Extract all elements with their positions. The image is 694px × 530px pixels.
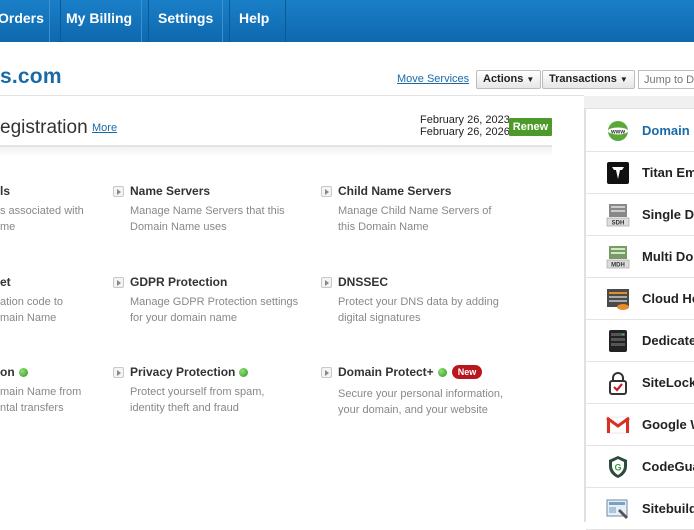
feature-child-name-servers-desc: Manage Child Name Servers of this Domain … <box>338 205 492 233</box>
status-on-icon <box>18 368 28 377</box>
nav-orders-label: Orders <box>0 10 44 26</box>
sidebar-item-label: Multi Dor <box>642 249 694 264</box>
feature-domain-protect-title[interactable]: Domain Protect+ New <box>338 365 483 379</box>
sidebar-item-domain-names[interactable]: www Domain N <box>586 110 694 152</box>
arrow-right-icon <box>113 367 124 378</box>
sitelock-icon <box>609 372 627 395</box>
registration-title: egistration <box>0 117 88 138</box>
renew-button[interactable]: Renew <box>509 118 552 136</box>
registration-more-link[interactable]: More <box>92 122 117 134</box>
caret-down-icon: ▼ <box>619 75 628 84</box>
sidebar-item-label: Domain N <box>642 123 694 138</box>
sidebar-item-label: Titan Em <box>642 165 694 180</box>
feature-contacts-desc: s associated with me <box>0 205 84 233</box>
feature-theft-protection-title[interactable]: on <box>0 365 28 379</box>
actions-dropdown[interactable]: Actions ▼ <box>476 70 542 89</box>
caret-down-icon: ▼ <box>526 75 535 84</box>
feature-dnssec-desc: Protect your DNS data by adding digital s… <box>338 296 499 324</box>
arrow-right-icon <box>321 367 332 378</box>
feature-dnssec-title[interactable]: DNSSEC <box>338 275 388 289</box>
feature-gdpr-desc: Manage GDPR Protection settings for your … <box>130 296 299 324</box>
arrow-right-icon <box>113 186 124 197</box>
arrow-right-icon <box>321 277 332 288</box>
www-globe-icon: www <box>608 121 628 141</box>
nav-help[interactable]: Help <box>222 0 287 42</box>
feature-name-servers-title[interactable]: Name Servers <box>130 184 210 198</box>
sidebar-item-label: Google W <box>642 417 694 432</box>
registration-shadow <box>0 147 552 157</box>
feature-contacts-title[interactable]: ls <box>0 184 10 198</box>
nav-settings[interactable]: Settings <box>141 0 231 42</box>
feature-name-servers-desc: Manage Name Servers that this Domain Name… <box>130 205 285 233</box>
actions-label: Actions <box>483 73 524 85</box>
feature-privacy-protection-desc: Protect yourself from spam, identity thef… <box>130 386 265 414</box>
sidebar-item-label: Cloud Ho <box>642 291 694 306</box>
mdh-server-icon: MDH <box>606 246 630 269</box>
feature-child-name-servers-title[interactable]: Child Name Servers <box>338 184 451 198</box>
sidebar-item-codeguard[interactable]: G CodeGua <box>586 446 694 488</box>
cloud-hosting-icon <box>607 289 629 310</box>
sidebar-top-strip <box>584 96 694 109</box>
sidebar-item-sitebuilder[interactable]: Sitebuild <box>586 488 694 530</box>
gmail-icon <box>606 416 630 434</box>
feature-domain-protect-desc: Secure your personal information, your do… <box>338 388 504 416</box>
feature-gdpr-title[interactable]: GDPR Protection <box>130 275 227 289</box>
domain-title: s.com <box>0 65 62 88</box>
codeguard-shield-icon: G <box>609 456 627 478</box>
nav-settings-label: Settings <box>158 10 214 26</box>
dedicated-server-icon <box>609 330 627 352</box>
transactions-label: Transactions <box>549 73 617 85</box>
sidebar-item-sitelock[interactable]: SiteLock <box>586 362 694 404</box>
sidebar-item-label: Sitebuild <box>642 501 694 516</box>
move-services-link[interactable]: Move Services <box>397 73 469 85</box>
svg-text:MDH: MDH <box>611 263 625 269</box>
arrow-right-icon <box>321 186 332 197</box>
sidebar-item-cloud-hosting[interactable]: Cloud Ho <box>586 278 694 320</box>
feature-theft-protection-desc: main Name from ntal transfers <box>0 386 82 414</box>
feature-auth-code-desc: ation code to main Name <box>0 296 63 324</box>
sidebar-item-titan-email[interactable]: Titan Em <box>586 152 694 194</box>
sidebar-item-single-domain-hosting[interactable]: SDH Single Do <box>586 194 694 236</box>
nav-help-label: Help <box>239 10 270 26</box>
status-on-icon <box>437 368 447 377</box>
svg-text:SDH: SDH <box>612 221 625 227</box>
sidebar-item-label: Dedicate <box>642 333 694 348</box>
feature-auth-code-title[interactable]: et <box>0 275 11 289</box>
new-badge: New <box>451 365 483 379</box>
sidebar-item-label: SiteLock <box>642 375 694 390</box>
registration-date: February 26, 2023 <box>420 114 510 126</box>
nav-my-billing[interactable]: My Billing <box>49 0 150 42</box>
sidebar-item-multi-domain-hosting[interactable]: MDH Multi Dor <box>586 236 694 278</box>
sidebar-item-google-workspace[interactable]: Google W <box>586 404 694 446</box>
feature-privacy-protection-title[interactable]: Privacy Protection <box>130 365 249 379</box>
status-on-icon <box>239 368 249 377</box>
svg-text:www: www <box>610 130 625 136</box>
sidebar-item-dedicated-servers[interactable]: Dedicate <box>586 320 694 362</box>
top-nav: Orders My Billing Settings Help <box>0 0 694 42</box>
sidebar-item-label: Single Do <box>642 207 694 222</box>
titan-icon <box>607 162 629 184</box>
transactions-dropdown[interactable]: Transactions ▼ <box>542 70 635 89</box>
jump-to-domain-input[interactable] <box>638 70 694 89</box>
sitebuilder-icon <box>606 499 628 519</box>
svg-text:G: G <box>614 463 621 473</box>
expiry-date: February 26, 2026 <box>420 126 510 138</box>
sidebar-item-label: CodeGua <box>642 459 694 474</box>
arrow-right-icon <box>113 277 124 288</box>
sdh-server-icon: SDH <box>606 204 630 227</box>
nav-my-billing-label: My Billing <box>66 10 133 26</box>
